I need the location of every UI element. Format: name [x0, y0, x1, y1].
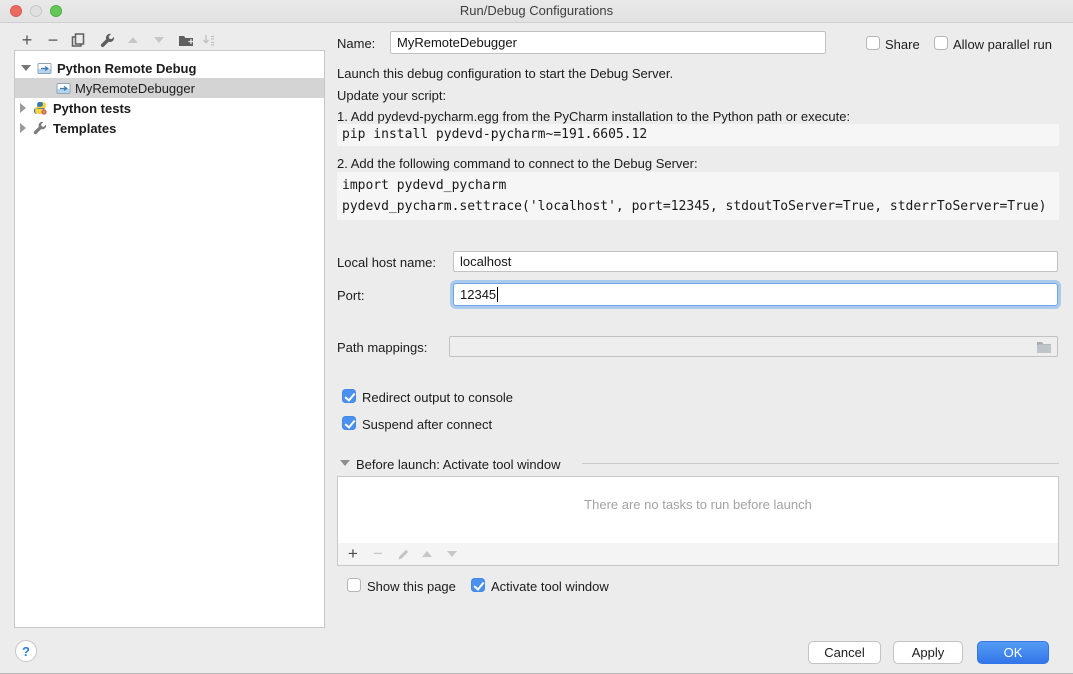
tree-item-label: MyRemoteDebugger — [75, 81, 195, 96]
tree-item-label: Templates — [53, 121, 116, 136]
question-mark-icon: ? — [22, 644, 30, 659]
suspend-after-connect-label: Suspend after connect — [362, 417, 492, 432]
sort-az-icon — [202, 33, 216, 47]
add-configuration-button[interactable]: + — [19, 31, 35, 49]
show-this-page-checkbox[interactable] — [347, 578, 361, 592]
before-launch-collapse-icon[interactable] — [340, 460, 350, 466]
plus-icon: + — [348, 544, 358, 564]
minus-icon: − — [48, 31, 59, 49]
move-down-button[interactable] — [153, 31, 165, 49]
code-line-2: pydevd_pycharm.settrace('localhost', por… — [342, 199, 1046, 214]
before-launch-task-list[interactable]: There are no tasks to run before launch — [337, 476, 1059, 544]
port-label: Port: — [337, 288, 364, 303]
redirect-output-label: Redirect output to console — [362, 390, 513, 405]
pip-install-code: pip install pydevd-pycharm~=191.6605.12 — [337, 124, 1059, 146]
suspend-after-connect-checkbox[interactable] — [342, 416, 356, 430]
edit-defaults-button[interactable] — [98, 31, 116, 49]
arrow-down-icon — [154, 37, 164, 43]
window-title: Run/Debug Configurations — [0, 3, 1073, 18]
text-cursor — [497, 287, 498, 302]
name-value: MyRemoteDebugger — [397, 35, 517, 50]
instruction-step-1: 1. Add pydevd-pycharm.egg from the PyCha… — [337, 109, 850, 124]
remote-debug-config-icon — [56, 82, 71, 95]
minus-icon: − — [373, 544, 383, 564]
path-mappings-label: Path mappings: — [337, 340, 427, 355]
instruction-line-1: Launch this debug configuration to start… — [337, 66, 673, 81]
move-task-down-button[interactable] — [446, 546, 458, 562]
local-host-name-input[interactable]: localhost — [453, 251, 1058, 272]
templates-wrench-icon — [33, 121, 47, 135]
instruction-line-2: Update your script: — [337, 88, 446, 103]
activate-tool-window-label: Activate tool window — [491, 579, 609, 594]
apply-button[interactable]: Apply — [893, 641, 963, 664]
add-task-button[interactable]: + — [346, 546, 360, 562]
share-checkbox[interactable] — [866, 36, 880, 50]
wrench-icon — [100, 33, 115, 48]
help-button[interactable]: ? — [15, 640, 37, 662]
tree-item-python-tests[interactable]: Python tests — [15, 98, 324, 118]
sort-configurations-button[interactable] — [201, 31, 217, 49]
create-folder-button[interactable] — [177, 31, 195, 49]
remove-configuration-button[interactable]: − — [45, 31, 61, 49]
tree-item-templates[interactable]: Templates — [15, 118, 324, 138]
folder-icon[interactable] — [1036, 340, 1052, 353]
empty-task-message: There are no tasks to run before launch — [338, 497, 1058, 512]
remove-task-button[interactable]: − — [371, 546, 385, 562]
allow-parallel-run-label: Allow parallel run — [953, 37, 1052, 52]
collapsed-caret-icon[interactable] — [20, 123, 26, 133]
move-up-button[interactable] — [127, 31, 139, 49]
redirect-output-checkbox[interactable] — [342, 389, 356, 403]
edit-task-button[interactable] — [396, 546, 410, 562]
name-label: Name: — [337, 36, 375, 51]
run-debug-configurations-dialog: { "window": { "title": "Run/Debug Config… — [0, 0, 1073, 674]
share-label: Share — [885, 37, 920, 52]
show-this-page-label: Show this page — [367, 579, 456, 594]
expanded-caret-icon[interactable] — [21, 65, 31, 71]
arrow-up-icon — [422, 551, 432, 557]
tree-item-label: Python tests — [53, 101, 131, 116]
configurations-tree: Python Remote Debug MyRemoteDebugger Pyt… — [14, 50, 325, 628]
instruction-step-2: 2. Add the following command to connect … — [337, 156, 698, 171]
tree-item-myremotedebugger[interactable]: MyRemoteDebugger — [15, 78, 324, 98]
port-value: 12345 — [460, 287, 496, 302]
name-input[interactable]: MyRemoteDebugger — [390, 31, 826, 54]
arrow-down-icon — [447, 551, 457, 557]
copy-configuration-button[interactable] — [70, 31, 86, 49]
tree-item-label: Python Remote Debug — [57, 61, 196, 76]
before-launch-toolbar: + − — [337, 543, 1059, 566]
cancel-button[interactable]: Cancel — [808, 641, 881, 664]
collapsed-caret-icon[interactable] — [20, 103, 26, 113]
plus-icon: + — [22, 31, 33, 49]
local-host-name-value: localhost — [460, 254, 511, 269]
settrace-code: import pydevd_pycharm pydevd_pycharm.sett… — [337, 172, 1059, 220]
titlebar: Run/Debug Configurations — [0, 0, 1073, 23]
tree-item-python-remote-debug[interactable]: Python Remote Debug — [15, 58, 324, 78]
remote-debug-config-icon — [37, 62, 52, 75]
python-tests-icon — [33, 101, 47, 115]
allow-parallel-run-checkbox[interactable] — [934, 36, 948, 50]
before-launch-title: Before launch: Activate tool window — [356, 457, 561, 472]
copy-icon — [71, 33, 85, 47]
code-line-1: import pydevd_pycharm — [342, 178, 506, 193]
arrow-up-icon — [128, 37, 138, 43]
move-task-up-button[interactable] — [421, 546, 433, 562]
folder-add-icon — [178, 33, 194, 47]
port-input[interactable]: 12345 — [453, 283, 1058, 306]
before-launch-divider — [582, 463, 1059, 464]
ok-button[interactable]: OK — [977, 641, 1049, 664]
path-mappings-input[interactable] — [449, 336, 1058, 357]
activate-tool-window-checkbox[interactable] — [471, 578, 485, 592]
local-host-name-label: Local host name: — [337, 255, 436, 270]
pencil-icon — [397, 548, 410, 561]
